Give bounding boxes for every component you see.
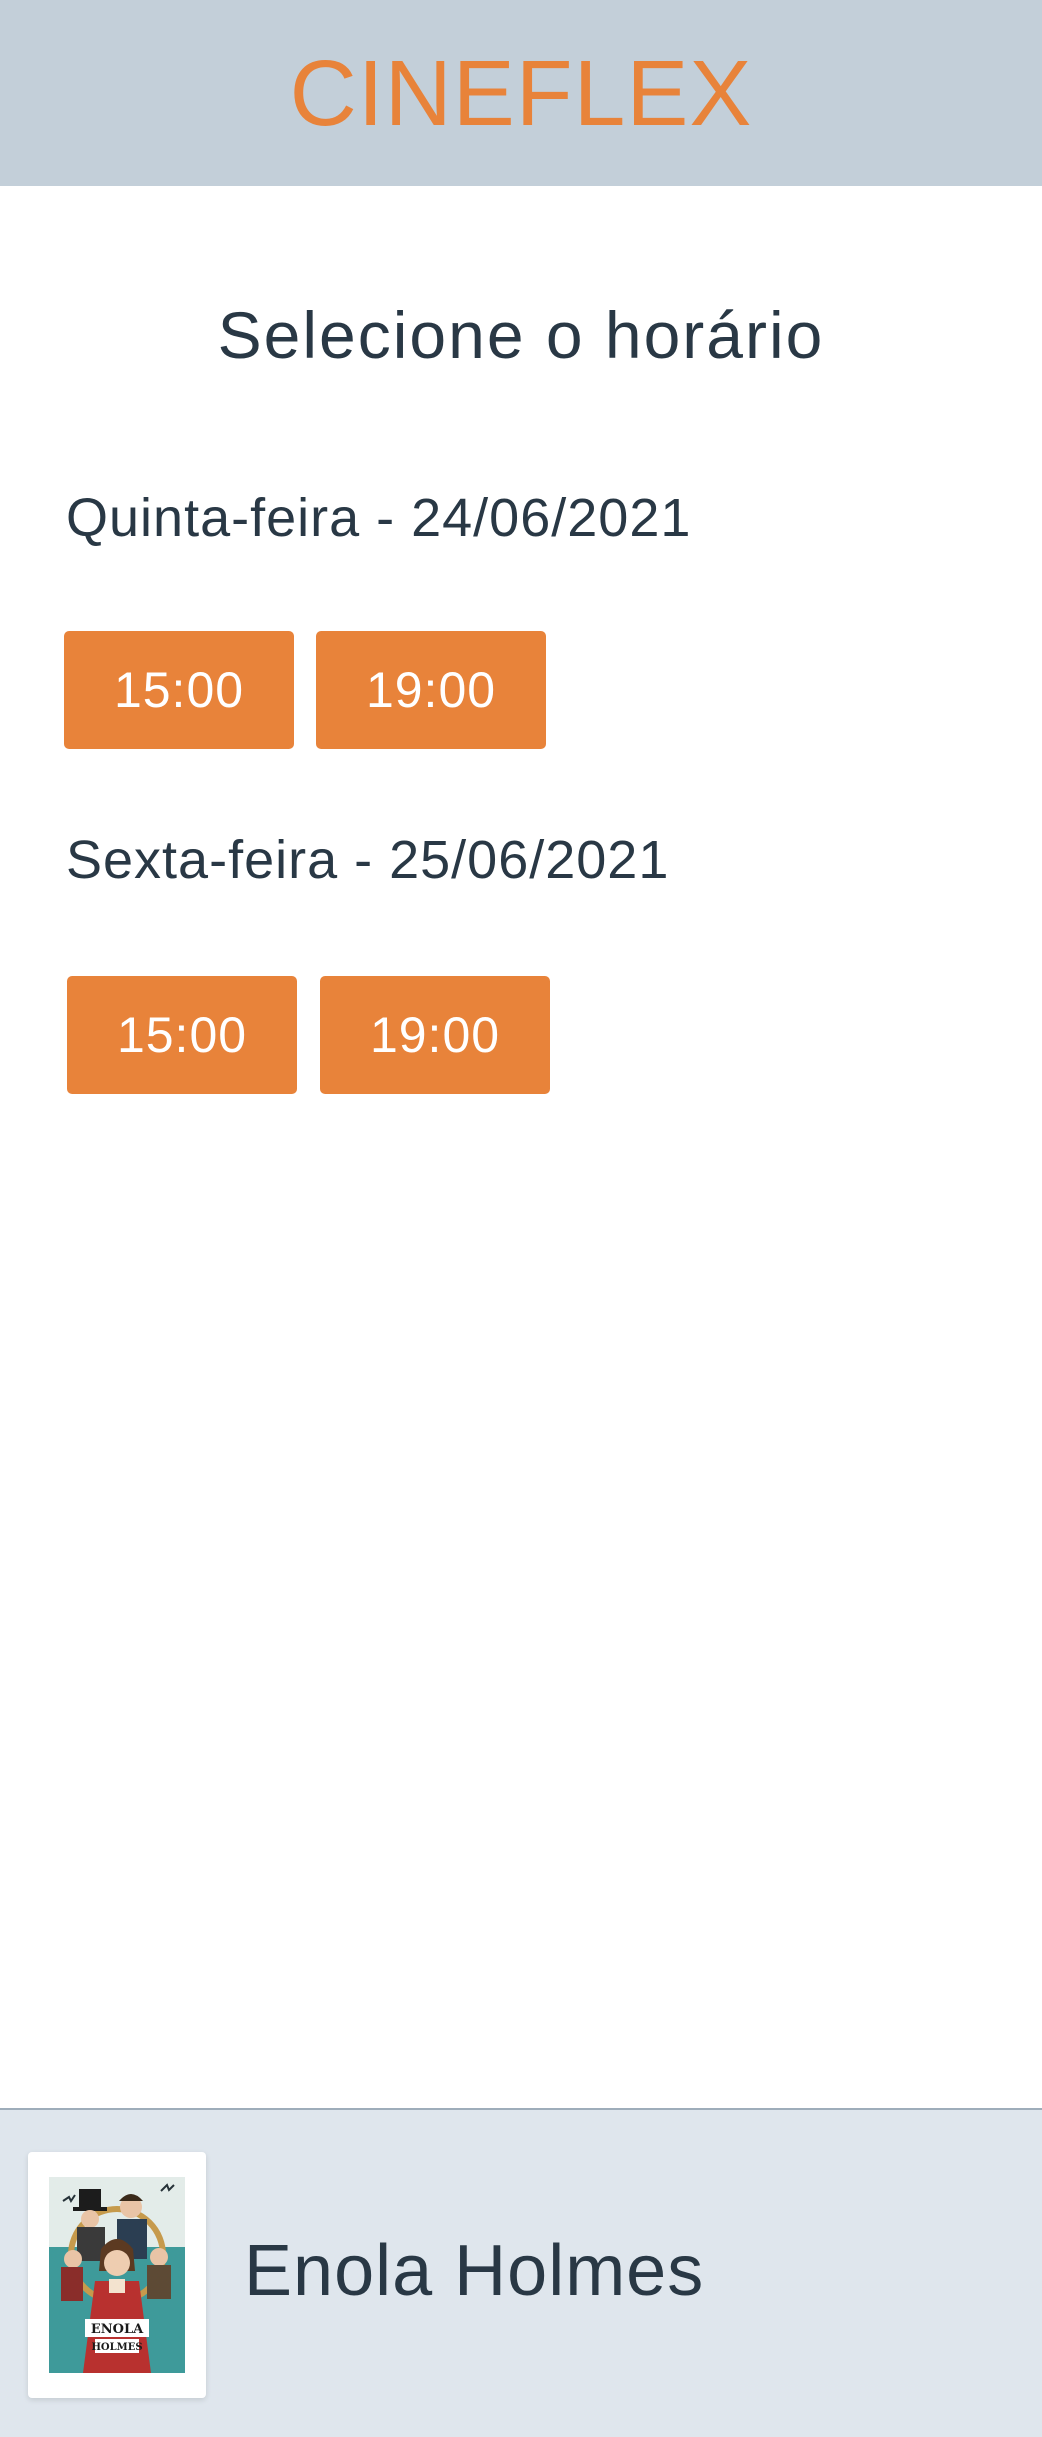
poster-title-top: ENOLA [91,2322,144,2337]
app-header: CINEFLEX [0,0,1042,186]
movie-poster-icon: ENOLA HOLMES [49,2177,185,2373]
page-title: Selecione o horário [217,298,825,372]
selected-movie-footer: ENOLA HOLMES Enola Holmes [0,2108,1042,2437]
showtime-button[interactable]: 19:00 [316,631,546,749]
showtime-button[interactable]: 15:00 [64,631,294,749]
brand-logo: CINEFLEX [289,40,753,145]
movie-poster-frame: ENOLA HOLMES [28,2152,206,2398]
showtime-button[interactable]: 15:00 [67,976,297,1094]
session-day-label: Sexta-feira - 25/06/2021 [66,830,670,890]
session-day-label: Quinta-feira - 24/06/2021 [66,488,692,548]
poster-title-bottom: HOLMES [91,2342,142,2353]
selected-movie-title: Enola Holmes [244,2231,705,2311]
showtime-button[interactable]: 19:00 [320,976,550,1094]
